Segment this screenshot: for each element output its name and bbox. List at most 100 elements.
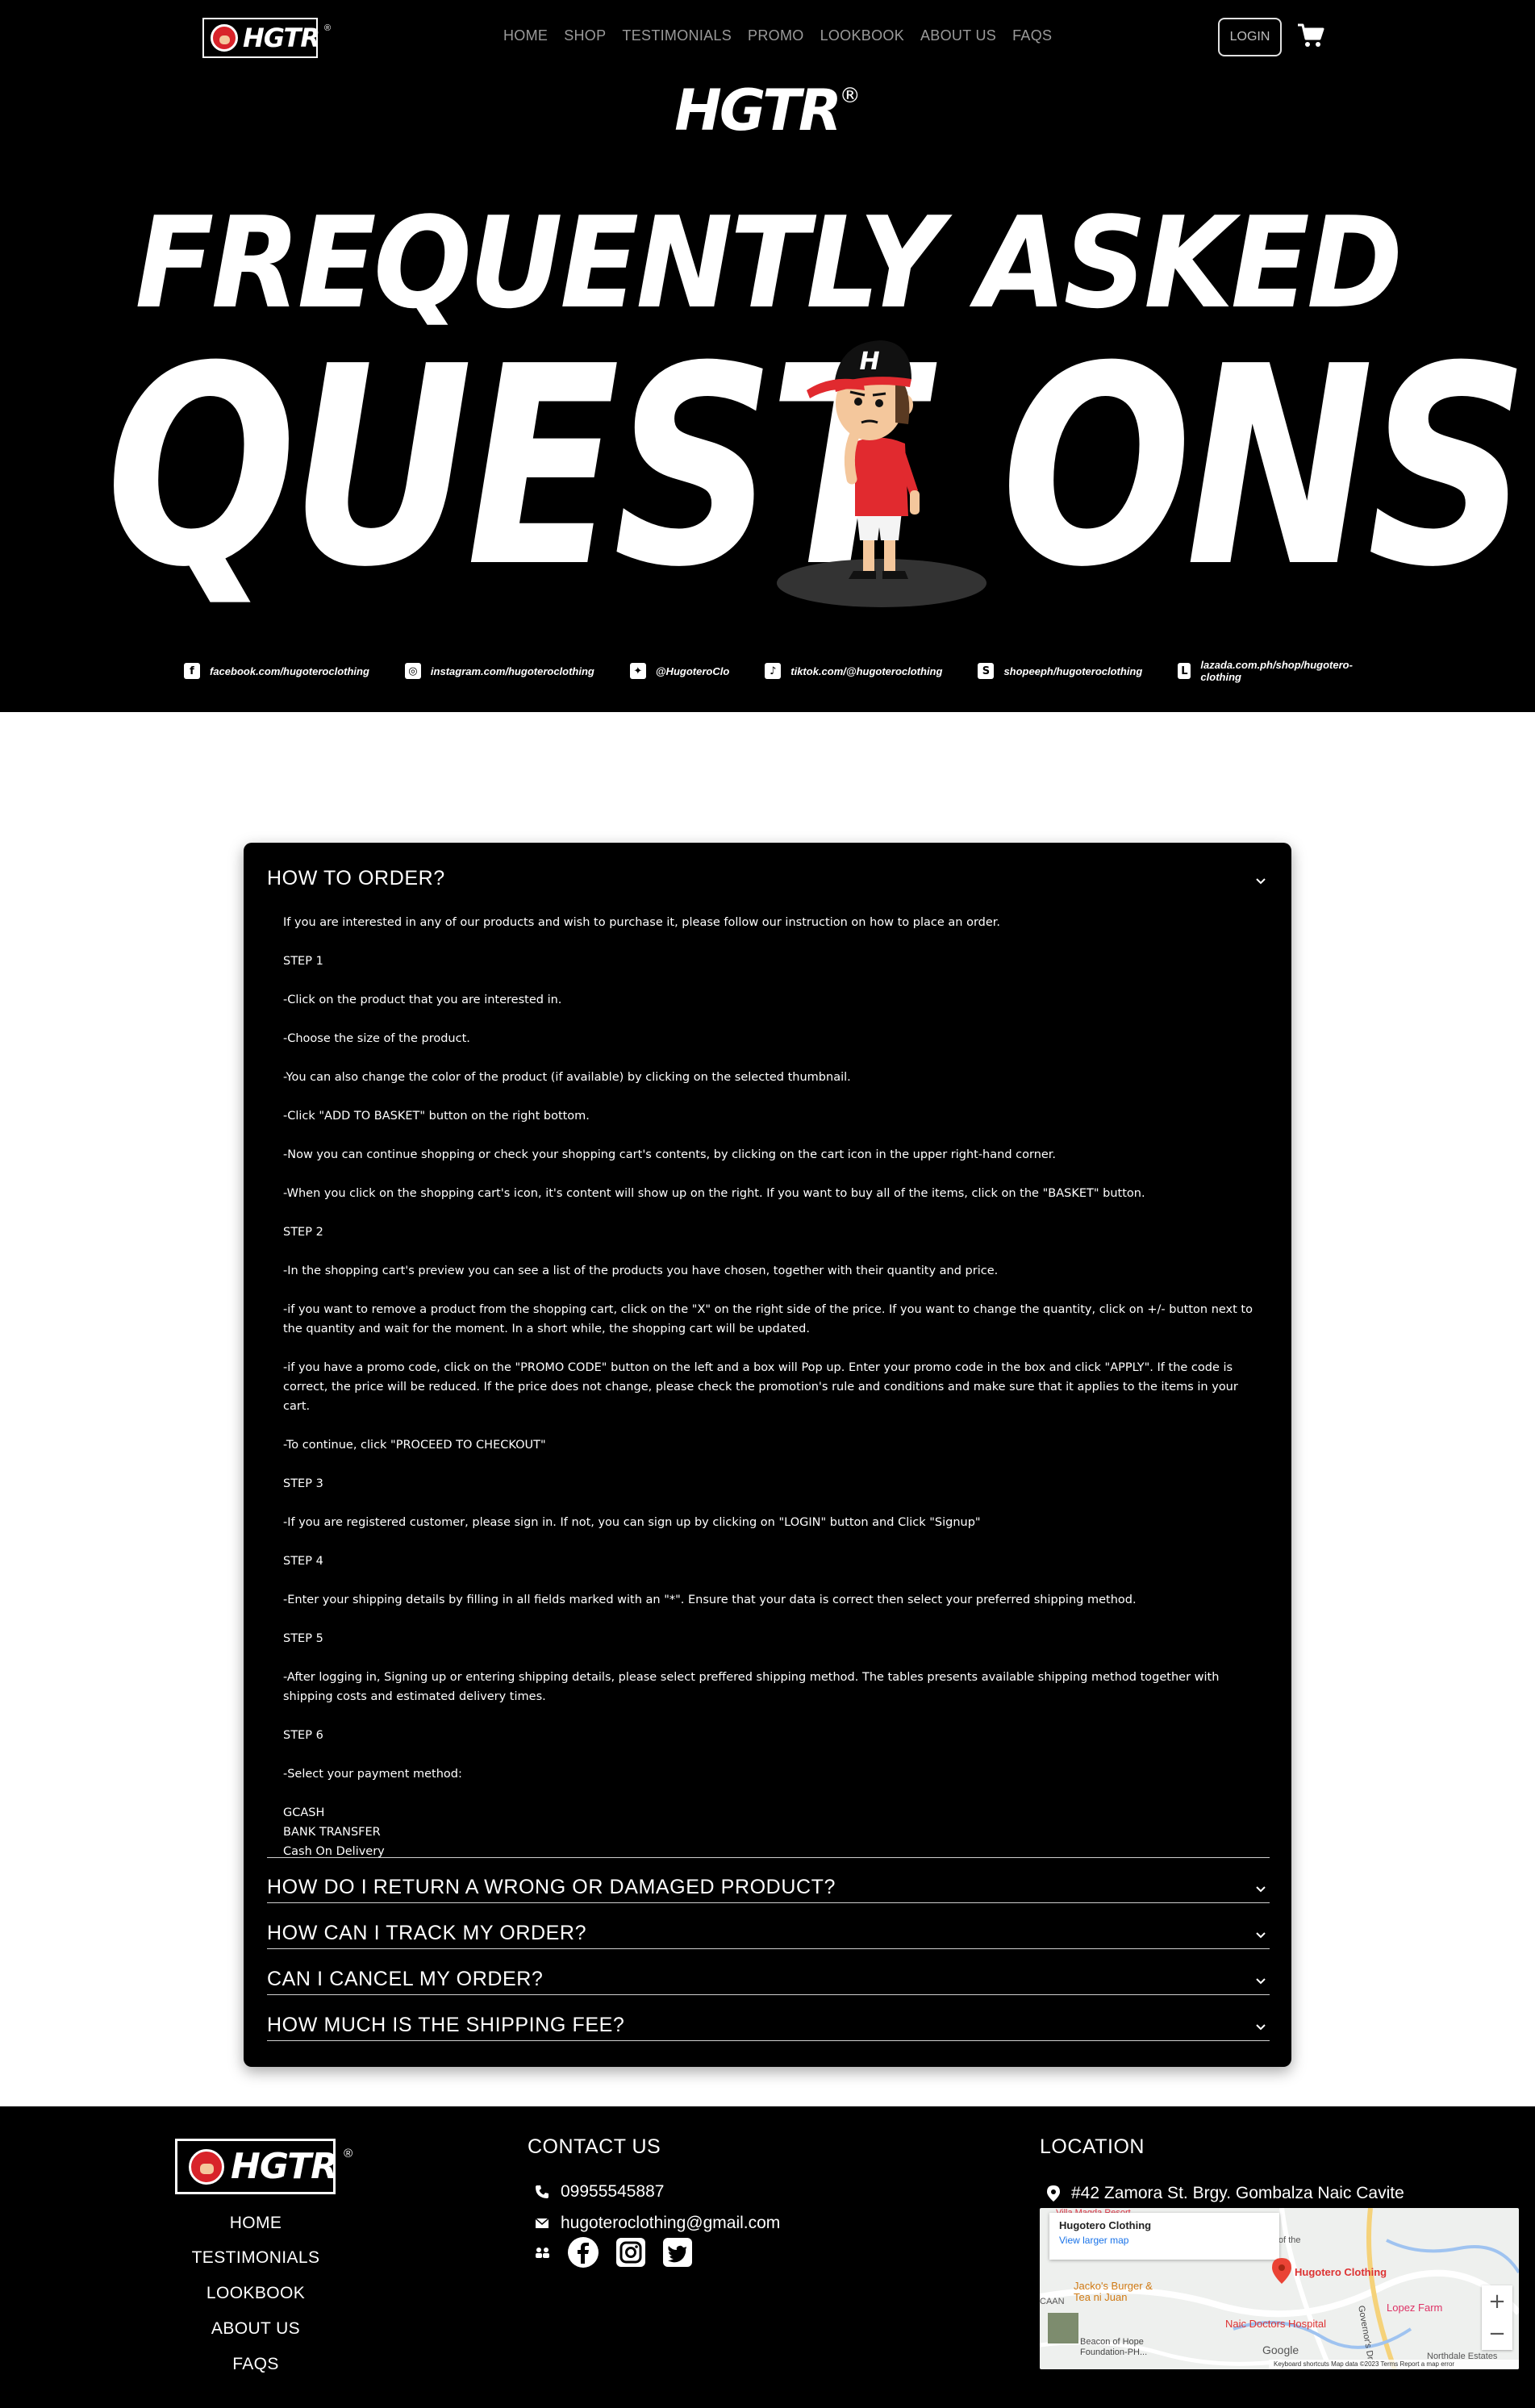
instagram-icon: ◎ — [404, 663, 421, 679]
logo-text: HGTR — [231, 2146, 338, 2187]
social-text: shopeeph/hugoteroclothing — [1003, 664, 1143, 677]
embedded-map[interactable]: Villa Magda Resort of the Hugotero Cloth… — [1040, 2208, 1519, 2369]
map-zoom-controls: + − — [1482, 2285, 1512, 2350]
header-logo[interactable]: HGTR ® — [202, 18, 331, 58]
payment-methods: GCASH BANK TRANSFER Cash On Delivery — [283, 1803, 1267, 1861]
footer-link-about-us[interactable]: ABOUT US — [175, 2319, 336, 2339]
logo-registered-mark: ® — [323, 23, 332, 33]
phone-number: 09955545887 — [561, 2182, 665, 2201]
faq-divider — [267, 2040, 1270, 2041]
logo-registered-mark: ® — [344, 2147, 353, 2160]
chevron-down-icon[interactable] — [1255, 1977, 1266, 1985]
nav-link-shop[interactable]: SHOP — [564, 27, 606, 44]
hero-brand-text: HGTR — [674, 77, 841, 144]
faq-question-return-product[interactable]: HOW DO I RETURN A WRONG OR DAMAGED PRODU… — [267, 1876, 836, 1899]
answer-paragraph: -if you want to remove a product from th… — [283, 1303, 1253, 1335]
social-link-shopee[interactable]: S shopeeph/hugoteroclothing — [978, 663, 1142, 679]
view-larger-map-link[interactable]: View larger map — [1059, 2235, 1270, 2246]
zoom-out-button[interactable]: − — [1482, 2318, 1512, 2350]
twitter-icon[interactable] — [662, 2237, 693, 2268]
answer-paragraph: -Select your payment method: — [283, 1768, 462, 1781]
map-info-card: Hugotero Clothing View larger map — [1049, 2213, 1279, 2260]
nav-links: HOME SHOP TESTIMONIALS PROMO LOOKBOOK AB… — [503, 27, 1068, 44]
social-link-facebook[interactable]: f facebook.com/hugoteroclothing — [184, 663, 369, 679]
twitter-icon: ✦ — [629, 663, 646, 679]
map-label-farm: Lopez Farm — [1387, 2302, 1443, 2314]
contact-email[interactable]: hugoteroclothing@gmail.com — [535, 2214, 780, 2233]
mascot-badge-icon — [189, 2148, 224, 2185]
nav-link-faqs[interactable]: FAQS — [1012, 27, 1052, 44]
answer-step-heading: STEP 5 — [283, 1632, 323, 1645]
faq-answer-how-to-order: If you are interested in any of our prod… — [283, 913, 1267, 1861]
map-label-google: Google — [1262, 2343, 1299, 2356]
map-label-caan: CAAN — [1040, 2297, 1065, 2306]
location-pin-icon — [1272, 2258, 1291, 2284]
chevron-up-icon[interactable] — [1255, 877, 1266, 885]
answer-paragraph: -You can also change the color of the pr… — [283, 1071, 851, 1084]
footer-link-home[interactable]: HOME — [175, 2214, 336, 2233]
faq-divider — [267, 1857, 1270, 1858]
nav-link-about-us[interactable]: ABOUT US — [920, 27, 996, 44]
footer-link-lookbook[interactable]: LOOKBOOK — [175, 2284, 336, 2303]
footer-logo[interactable]: HGTR ® — [175, 2139, 352, 2194]
answer-step-heading: STEP 1 — [283, 955, 323, 968]
faq-question-shipping-fee[interactable]: HOW MUCH IS THE SHIPPING FEE? — [267, 2014, 624, 2037]
faq-divider — [267, 1902, 1270, 1903]
hero-banner: HGTR ® HOME SHOP TESTIMONIALS PROMO LOOK… — [0, 0, 1535, 712]
tiktok-icon: ♪ — [765, 663, 782, 679]
answer-paragraph: -if you have a promo code, click on the … — [283, 1361, 1238, 1413]
thinking-mascot-illustration: H — [777, 340, 986, 607]
zoom-in-button[interactable]: + — [1482, 2285, 1512, 2318]
social-link-twitter[interactable]: ✦ @HugoteroClo — [629, 663, 729, 679]
chevron-down-icon[interactable] — [1255, 1931, 1266, 1939]
instagram-icon[interactable] — [615, 2237, 646, 2268]
faq-question-track-order[interactable]: HOW CAN I TRACK MY ORDER? — [267, 1922, 586, 1945]
map-label-pin: Hugotero Clothing — [1295, 2266, 1387, 2278]
map-label-hospital: Naic Doctors Hospital — [1225, 2318, 1326, 2330]
social-link-instagram[interactable]: ◎ instagram.com/hugoteroclothing — [404, 663, 594, 679]
nav-link-lookbook[interactable]: LOOKBOOK — [820, 27, 904, 44]
answer-paragraph: -In the shopping cart's preview you can … — [283, 1264, 999, 1277]
social-link-lazada[interactable]: L lazada.com.ph/shop/hugotero-clothing — [1178, 659, 1356, 683]
answer-paragraph: -If you are registered customer, please … — [283, 1516, 981, 1529]
chevron-down-icon[interactable] — [1255, 2023, 1266, 2031]
cart-icon[interactable] — [1297, 23, 1324, 48]
facebook-icon[interactable] — [567, 2236, 599, 2268]
payment-method: Cash On Delivery — [283, 1845, 385, 1858]
footer-link-faqs[interactable]: FAQS — [175, 2355, 336, 2374]
social-text: tiktok.com/@hugoteroclothing — [790, 664, 943, 677]
faq-divider — [267, 1994, 1270, 1995]
answer-paragraph: -After logging in, Signing up or enterin… — [283, 1671, 1220, 1703]
logo-text: HGTR — [243, 23, 320, 53]
nav-link-home[interactable]: HOME — [503, 27, 548, 44]
top-navbar: HGTR ® HOME SHOP TESTIMONIALS PROMO LOOK… — [0, 0, 1535, 74]
chevron-down-icon[interactable] — [1255, 1885, 1266, 1893]
nav-link-promo[interactable]: PROMO — [748, 27, 804, 44]
map-attribution[interactable]: Keyboard shortcuts Map data ©2023 Terms … — [1269, 2360, 1519, 2369]
nav-link-testimonials[interactable]: TESTIMONIALS — [622, 27, 732, 44]
footer-link-testimonials[interactable]: TESTIMONIALS — [175, 2248, 336, 2268]
footer-social-links — [535, 2236, 693, 2268]
hero-title-line-1: FREQUENTLY ASKED — [135, 190, 1403, 336]
answer-paragraph: -To continue, click "PROCEED TO CHECKOUT… — [283, 1439, 546, 1452]
social-links-row: f facebook.com/hugoteroclothing ◎ instag… — [184, 659, 1362, 683]
answer-paragraph: -Click "ADD TO BASKET" button on the rig… — [283, 1110, 590, 1123]
login-button[interactable]: LOGIN — [1218, 18, 1282, 56]
map-pin-icon — [1047, 2185, 1060, 2202]
address-text: #42 Zamora St. Brgy. Gombalza Naic Cavit… — [1071, 2184, 1404, 2202]
map-label-of-the: of the — [1278, 2235, 1301, 2245]
social-text: instagram.com/hugoteroclothing — [430, 664, 594, 677]
faq-question-how-to-order[interactable]: HOW TO ORDER? — [267, 867, 445, 890]
pages-icon[interactable] — [535, 2246, 551, 2259]
faq-question-cancel-order[interactable]: CAN I CANCEL MY ORDER? — [267, 1968, 543, 1991]
social-link-tiktok[interactable]: ♪ tiktok.com/@hugoteroclothing — [765, 663, 942, 679]
map-label-hope: Beacon of Hope Foundation-PH... — [1080, 2337, 1148, 2357]
hero-title-questions-right: ONS — [1001, 308, 1529, 627]
contact-phone[interactable]: 09955545887 — [535, 2182, 664, 2202]
answer-paragraph: -Choose the size of the product. — [283, 1032, 470, 1045]
social-text: lazada.com.ph/shop/hugotero-clothing — [1200, 659, 1353, 683]
payment-method: GCASH — [283, 1806, 325, 1819]
site-footer: HGTR ® HOME TESTIMONIALS LOOKBOOK ABOUT … — [0, 2106, 1535, 2408]
faq-accordion: HOW TO ORDER? If you are interested in a… — [244, 843, 1291, 2067]
answer-paragraph: -Enter your shipping details by filling … — [283, 1594, 1137, 1606]
